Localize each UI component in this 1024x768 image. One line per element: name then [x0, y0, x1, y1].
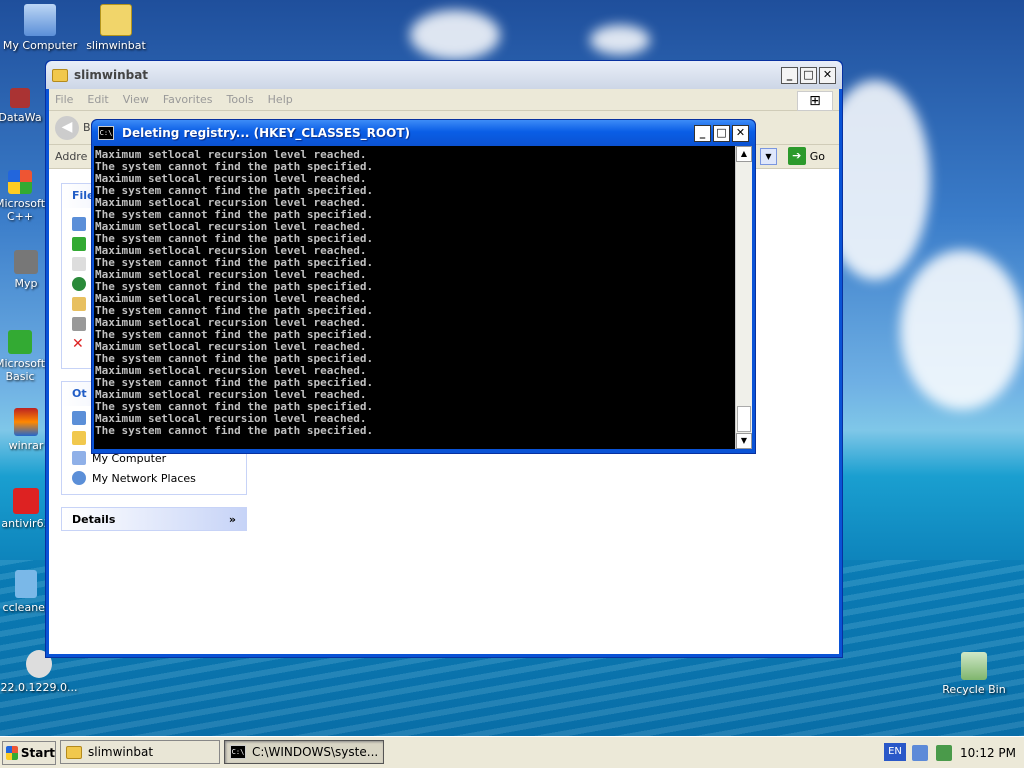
desktop-icon-slimwinbat[interactable]: slimwinbat — [76, 4, 156, 52]
windows-app-icon — [8, 330, 32, 354]
console-output[interactable]: Maximum setlocal recursion level reached… — [94, 146, 735, 449]
window-title: slimwinbat — [74, 68, 149, 82]
safely-remove-icon[interactable] — [936, 745, 952, 761]
desktop-icon-recycle-bin[interactable]: Recycle Bin — [934, 652, 1014, 696]
clock[interactable]: 10:12 PM — [960, 746, 1016, 760]
close-button[interactable]: ✕ — [732, 124, 749, 142]
start-button[interactable]: Start — [2, 741, 56, 765]
app-icon — [10, 88, 30, 108]
other-place-network[interactable]: My Network Places — [72, 468, 236, 488]
windows-logo-icon — [6, 746, 18, 760]
minimize-button[interactable]: _ — [781, 66, 798, 84]
computer-icon — [72, 451, 86, 465]
copy-icon — [72, 257, 86, 271]
delete-icon: ✕ — [72, 336, 84, 352]
taskbar-item-slimwinbat[interactable]: slimwinbat — [60, 740, 220, 764]
desktop-icon-my-computer[interactable]: My Computer — [0, 4, 80, 52]
console-titlebar[interactable]: C:\ Deleting registry... (HKEY_CLASSES_R… — [92, 120, 755, 146]
maximize-button[interactable]: □ — [800, 66, 817, 84]
task-icon — [72, 217, 86, 231]
details-panel-header[interactable]: Details » — [61, 507, 247, 531]
menu-file[interactable]: File — [55, 93, 73, 106]
windows-app-icon — [8, 170, 32, 194]
scroll-down-arrow[interactable]: ▼ — [736, 433, 752, 449]
console-line: The system cannot find the path specifie… — [95, 424, 374, 437]
menu-edit[interactable]: Edit — [87, 93, 108, 106]
ie-icon — [72, 411, 86, 425]
close-button[interactable]: ✕ — [819, 66, 836, 84]
go-arrow-icon: ➔ — [787, 147, 806, 165]
desktop-icon-microsoft-cpp[interactable]: Microsoft C++ — [0, 170, 50, 223]
address-dropdown-button[interactable]: ▼ — [760, 148, 777, 165]
network-icon — [72, 471, 86, 485]
command-prompt-icon: C:\ — [98, 126, 114, 140]
menu-help[interactable]: Help — [268, 93, 293, 106]
folder-icon — [72, 431, 86, 445]
minimize-button[interactable]: _ — [694, 124, 711, 142]
cleaner-icon — [15, 570, 37, 598]
umbrella-icon — [13, 488, 39, 514]
taskbar: Start slimwinbat C:\ C:\WINDOWS\syste...… — [0, 736, 1024, 768]
desktop-icon-datawa[interactable]: DataWa — [0, 88, 50, 124]
go-button[interactable]: ➔ Go — [787, 147, 825, 165]
scroll-thumb[interactable] — [737, 406, 751, 432]
cloud — [410, 10, 500, 60]
scroll-up-arrow[interactable]: ▲ — [736, 146, 752, 162]
email-icon — [72, 297, 86, 311]
folder-icon — [52, 68, 68, 82]
chevron-down-icon: » — [228, 513, 236, 526]
windows-logo-icon: ⊞ — [797, 91, 833, 111]
console-scrollbar[interactable]: ▲ ▼ — [735, 146, 752, 449]
back-button[interactable]: ◀ — [55, 116, 79, 140]
computer-icon — [24, 4, 56, 36]
console-window[interactable]: C:\ Deleting registry... (HKEY_CLASSES_R… — [91, 119, 756, 454]
recycle-bin-icon — [961, 652, 987, 680]
taskbar-item-console[interactable]: C:\ C:\WINDOWS\syste... — [224, 740, 384, 764]
folder-icon — [66, 745, 82, 759]
console-title: Deleting registry... (HKEY_CLASSES_ROOT) — [122, 126, 410, 140]
desktop-icon-microsoft-basic[interactable]: Microsoft Basic — [0, 330, 50, 383]
maximize-button[interactable]: □ — [713, 124, 730, 142]
printer-icon — [72, 317, 86, 331]
move-icon — [72, 237, 86, 251]
zip-folder-icon — [100, 4, 132, 36]
raccoon-icon — [14, 250, 38, 274]
command-prompt-icon: C:\ — [230, 745, 246, 759]
cloud — [590, 25, 650, 55]
back-label: B — [83, 121, 91, 134]
menu-favorites[interactable]: Favorites — [163, 93, 213, 106]
menu-view[interactable]: View — [123, 93, 149, 106]
address-label: Addre — [55, 150, 88, 163]
system-tray: 10:12 PM — [884, 739, 1024, 767]
menu-bar: File Edit View Favorites Tools Help ⊞ — [49, 89, 839, 111]
network-icon[interactable] — [912, 745, 928, 761]
explorer-titlebar[interactable]: slimwinbat _ □ ✕ — [46, 61, 842, 89]
menu-tools[interactable]: Tools — [227, 93, 254, 106]
globe-icon — [72, 277, 86, 291]
archive-icon — [14, 408, 38, 436]
cloud — [900, 250, 1024, 410]
